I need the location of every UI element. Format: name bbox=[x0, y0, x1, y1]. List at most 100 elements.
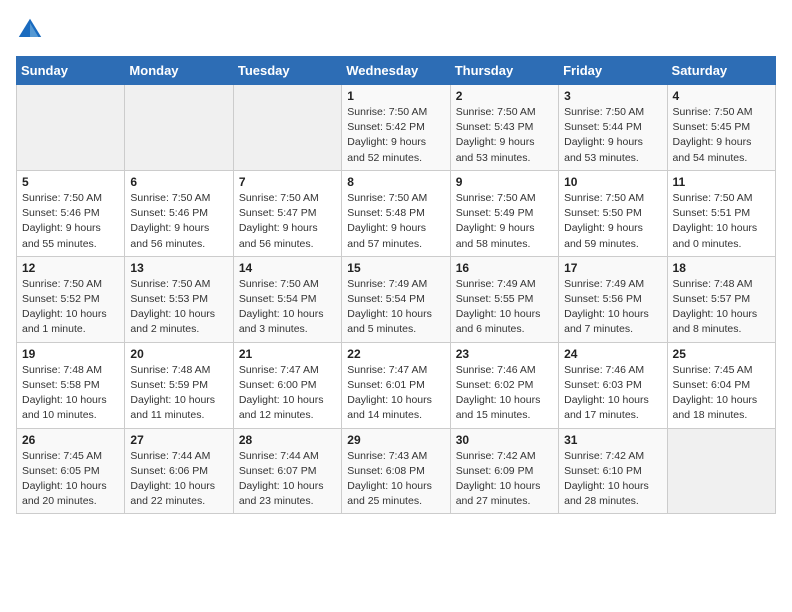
day-number: 31 bbox=[564, 433, 661, 447]
day-number: 14 bbox=[239, 261, 336, 275]
calendar-cell: 15 Sunrise: 7:49 AMSunset: 5:54 PMDayligh… bbox=[342, 256, 450, 342]
logo bbox=[16, 16, 48, 44]
day-info: Sunrise: 7:48 AMSunset: 5:59 PMDaylight:… bbox=[130, 363, 227, 424]
calendar-cell: 16Sunrise: 7:49 AMSunset: 5:55 PMDayligh… bbox=[450, 256, 558, 342]
day-number: 2 bbox=[456, 89, 553, 103]
week-row-3: 12 Sunrise: 7:50 AMSunset: 5:52 PMDayligh… bbox=[17, 256, 776, 342]
day-info: Sunrise: 7:50 AMSunset: 5:50 PMDaylight:… bbox=[564, 191, 661, 252]
day-number: 19 bbox=[22, 347, 119, 361]
day-info: Sunrise: 7:42 AMSunset: 6:10 PMDaylight:… bbox=[564, 449, 661, 510]
day-info: Sunrise: 7:50 AMSunset: 5:47 PMDaylight:… bbox=[239, 191, 336, 252]
day-number: 15 bbox=[347, 261, 444, 275]
calendar-cell: 19 Sunrise: 7:48 AMSunset: 5:58 PMDayligh… bbox=[17, 342, 125, 428]
day-info: Sunrise: 7:50 AMSunset: 5:51 PMDaylight:… bbox=[673, 191, 770, 252]
calendar-cell: 28 Sunrise: 7:44 AMSunset: 6:07 PMDayligh… bbox=[233, 428, 341, 514]
calendar-cell: 3 Sunrise: 7:50 AMSunset: 5:44 PMDaylight… bbox=[559, 85, 667, 171]
calendar-cell: 13 Sunrise: 7:50 AMSunset: 5:53 PMDayligh… bbox=[125, 256, 233, 342]
day-info: Sunrise: 7:50 AMSunset: 5:44 PMDaylight:… bbox=[564, 105, 661, 166]
day-info: Sunrise: 7:47 AMSunset: 6:01 PMDaylight:… bbox=[347, 363, 444, 424]
day-info: Sunrise: 7:46 AMSunset: 6:03 PMDaylight:… bbox=[564, 363, 661, 424]
weekday-header-tuesday: Tuesday bbox=[233, 57, 341, 85]
calendar-body: 1 Sunrise: 7:50 AMSunset: 5:42 PMDaylight… bbox=[17, 85, 776, 514]
day-number: 20 bbox=[130, 347, 227, 361]
day-info: Sunrise: 7:47 AMSunset: 6:00 PMDaylight:… bbox=[239, 363, 336, 424]
calendar-cell: 8 Sunrise: 7:50 AMSunset: 5:48 PMDaylight… bbox=[342, 170, 450, 256]
day-number: 26 bbox=[22, 433, 119, 447]
calendar-cell: 27 Sunrise: 7:44 AMSunset: 6:06 PMDayligh… bbox=[125, 428, 233, 514]
day-number: 22 bbox=[347, 347, 444, 361]
day-info: Sunrise: 7:50 AMSunset: 5:46 PMDaylight:… bbox=[22, 191, 119, 252]
day-info: Sunrise: 7:49 AMSunset: 5:54 PMDaylight:… bbox=[347, 277, 444, 338]
day-number: 6 bbox=[130, 175, 227, 189]
day-info: Sunrise: 7:50 AMSunset: 5:48 PMDaylight:… bbox=[347, 191, 444, 252]
calendar-cell bbox=[233, 85, 341, 171]
day-info: Sunrise: 7:49 AMSunset: 5:56 PMDaylight:… bbox=[564, 277, 661, 338]
week-row-1: 1 Sunrise: 7:50 AMSunset: 5:42 PMDaylight… bbox=[17, 85, 776, 171]
calendar-cell: 7Sunrise: 7:50 AMSunset: 5:47 PMDaylight… bbox=[233, 170, 341, 256]
day-info: Sunrise: 7:50 AMSunset: 5:43 PMDaylight:… bbox=[456, 105, 553, 166]
day-number: 30 bbox=[456, 433, 553, 447]
day-info: Sunrise: 7:50 AMSunset: 5:52 PMDaylight:… bbox=[22, 277, 119, 338]
calendar-table: SundayMondayTuesdayWednesdayThursdayFrid… bbox=[16, 56, 776, 514]
day-info: Sunrise: 7:43 AMSunset: 6:08 PMDaylight:… bbox=[347, 449, 444, 510]
calendar-cell: 21 Sunrise: 7:47 AMSunset: 6:00 PMDayligh… bbox=[233, 342, 341, 428]
day-number: 8 bbox=[347, 175, 444, 189]
calendar-cell: 9 Sunrise: 7:50 AMSunset: 5:49 PMDaylight… bbox=[450, 170, 558, 256]
day-number: 9 bbox=[456, 175, 553, 189]
calendar-cell: 11 Sunrise: 7:50 AMSunset: 5:51 PMDayligh… bbox=[667, 170, 775, 256]
weekday-header-friday: Friday bbox=[559, 57, 667, 85]
calendar-cell bbox=[125, 85, 233, 171]
weekday-row: SundayMondayTuesdayWednesdayThursdayFrid… bbox=[17, 57, 776, 85]
calendar-cell: 30 Sunrise: 7:42 AMSunset: 6:09 PMDayligh… bbox=[450, 428, 558, 514]
calendar-cell: 24 Sunrise: 7:46 AMSunset: 6:03 PMDayligh… bbox=[559, 342, 667, 428]
calendar-cell: 20 Sunrise: 7:48 AMSunset: 5:59 PMDayligh… bbox=[125, 342, 233, 428]
day-info: Sunrise: 7:46 AMSunset: 6:02 PMDaylight:… bbox=[456, 363, 553, 424]
day-number: 10 bbox=[564, 175, 661, 189]
day-info: Sunrise: 7:50 AMSunset: 5:49 PMDaylight:… bbox=[456, 191, 553, 252]
day-number: 1 bbox=[347, 89, 444, 103]
calendar-cell: 6 Sunrise: 7:50 AMSunset: 5:46 PMDaylight… bbox=[125, 170, 233, 256]
weekday-header-wednesday: Wednesday bbox=[342, 57, 450, 85]
weekday-header-sunday: Sunday bbox=[17, 57, 125, 85]
day-info: Sunrise: 7:44 AMSunset: 6:07 PMDaylight:… bbox=[239, 449, 336, 510]
day-info: Sunrise: 7:50 AMSunset: 5:53 PMDaylight:… bbox=[130, 277, 227, 338]
calendar-cell: 1 Sunrise: 7:50 AMSunset: 5:42 PMDaylight… bbox=[342, 85, 450, 171]
weekday-header-saturday: Saturday bbox=[667, 57, 775, 85]
day-number: 21 bbox=[239, 347, 336, 361]
weekday-header-thursday: Thursday bbox=[450, 57, 558, 85]
calendar-cell: 18 Sunrise: 7:48 AMSunset: 5:57 PMDayligh… bbox=[667, 256, 775, 342]
week-row-4: 19 Sunrise: 7:48 AMSunset: 5:58 PMDayligh… bbox=[17, 342, 776, 428]
day-info: Sunrise: 7:49 AMSunset: 5:55 PMDaylight:… bbox=[456, 277, 553, 338]
week-row-5: 26Sunrise: 7:45 AMSunset: 6:05 PMDayligh… bbox=[17, 428, 776, 514]
day-number: 24 bbox=[564, 347, 661, 361]
day-info: Sunrise: 7:44 AMSunset: 6:06 PMDaylight:… bbox=[130, 449, 227, 510]
day-info: Sunrise: 7:50 AMSunset: 5:46 PMDaylight:… bbox=[130, 191, 227, 252]
calendar-cell: 4 Sunrise: 7:50 AMSunset: 5:45 PMDaylight… bbox=[667, 85, 775, 171]
day-info: Sunrise: 7:50 AMSunset: 5:42 PMDaylight:… bbox=[347, 105, 444, 166]
day-number: 4 bbox=[673, 89, 770, 103]
day-info: Sunrise: 7:48 AMSunset: 5:57 PMDaylight:… bbox=[673, 277, 770, 338]
calendar-cell: 5Sunrise: 7:50 AMSunset: 5:46 PMDaylight… bbox=[17, 170, 125, 256]
day-number: 28 bbox=[239, 433, 336, 447]
calendar-header: SundayMondayTuesdayWednesdayThursdayFrid… bbox=[17, 57, 776, 85]
logo-icon bbox=[16, 16, 44, 44]
day-number: 27 bbox=[130, 433, 227, 447]
day-number: 3 bbox=[564, 89, 661, 103]
calendar-cell: 12 Sunrise: 7:50 AMSunset: 5:52 PMDayligh… bbox=[17, 256, 125, 342]
weekday-header-monday: Monday bbox=[125, 57, 233, 85]
day-info: Sunrise: 7:48 AMSunset: 5:58 PMDaylight:… bbox=[22, 363, 119, 424]
day-number: 11 bbox=[673, 175, 770, 189]
day-info: Sunrise: 7:42 AMSunset: 6:09 PMDaylight:… bbox=[456, 449, 553, 510]
day-info: Sunrise: 7:45 AMSunset: 6:04 PMDaylight:… bbox=[673, 363, 770, 424]
calendar-cell: 29Sunrise: 7:43 AMSunset: 6:08 PMDayligh… bbox=[342, 428, 450, 514]
calendar-cell: 23Sunrise: 7:46 AMSunset: 6:02 PMDayligh… bbox=[450, 342, 558, 428]
calendar-cell bbox=[17, 85, 125, 171]
calendar-cell: 25Sunrise: 7:45 AMSunset: 6:04 PMDayligh… bbox=[667, 342, 775, 428]
day-number: 13 bbox=[130, 261, 227, 275]
day-number: 12 bbox=[22, 261, 119, 275]
day-info: Sunrise: 7:50 AMSunset: 5:45 PMDaylight:… bbox=[673, 105, 770, 166]
calendar-cell: 26Sunrise: 7:45 AMSunset: 6:05 PMDayligh… bbox=[17, 428, 125, 514]
calendar-cell bbox=[667, 428, 775, 514]
day-number: 18 bbox=[673, 261, 770, 275]
week-row-2: 5Sunrise: 7:50 AMSunset: 5:46 PMDaylight… bbox=[17, 170, 776, 256]
